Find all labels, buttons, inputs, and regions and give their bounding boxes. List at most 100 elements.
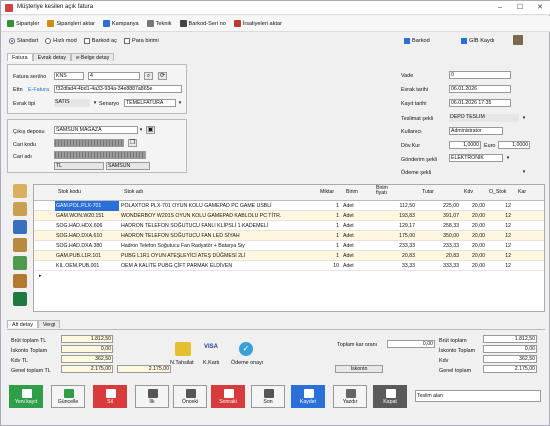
package-icon[interactable] <box>13 274 27 288</box>
cell-kdv[interactable]: 20,00 <box>462 221 486 231</box>
chevron-down-icon[interactable]: ▾ <box>521 114 527 122</box>
tab-fatura[interactable]: Fatura <box>7 53 33 61</box>
son-button[interactable]: Son <box>251 385 285 408</box>
cell-qty[interactable]: 1 <box>314 221 340 231</box>
cell-qty[interactable]: 1 <box>314 201 340 211</box>
maximize-icon[interactable]: ☐ <box>513 3 527 13</box>
kredi-karti-label[interactable]: K.Kartı <box>203 360 219 366</box>
cell-stock[interactable]: 12 <box>488 221 512 231</box>
cell-price[interactable]: 175,00 <box>374 231 416 241</box>
image-icon[interactable] <box>513 35 523 45</box>
cell-code[interactable]: GAM.PUB.L1R.101 <box>55 251 119 261</box>
cell-qty[interactable]: 1 <box>314 231 340 241</box>
evrak-tarihi-field[interactable]: 06.01.2026 <box>449 85 511 93</box>
col-kdv[interactable]: Kdv <box>464 189 473 195</box>
cell-total[interactable]: 391,07 <box>418 211 460 221</box>
cell-kdv[interactable]: 20,00 <box>462 241 486 251</box>
table-row[interactable]: GAM.PUB.L1R.101 PUBG L1R1 OYUN ATEŞLEYİCİ… <box>34 251 544 261</box>
cell-name[interactable]: WONDERBOY W201S OYUN KOLU GAMEPAD KABLOL… <box>120 211 316 221</box>
cell-qty[interactable]: 1 <box>314 211 340 221</box>
menu-siparisler[interactable]: Siparişler <box>7 20 39 27</box>
cell-unit[interactable]: Adet <box>342 261 374 271</box>
cell-total[interactable]: 333,33 <box>418 261 460 271</box>
col-birim[interactable]: Birim <box>346 189 358 195</box>
no-field[interactable]: 4 <box>88 72 140 80</box>
teslim-alan-field[interactable]: Teslim alan <box>415 390 541 402</box>
cell-name[interactable]: PUBG L1R1 OYUN ATEŞLEYİCİ ATEŞ DÜĞMESİ 2… <box>120 251 316 261</box>
cell-unit[interactable]: Adet <box>342 241 374 251</box>
cell-price[interactable]: 33,33 <box>374 261 416 271</box>
chevron-down-icon[interactable]: ▾ <box>92 99 98 107</box>
cell-code[interactable]: SOG.HAD.HDX.606 <box>55 221 119 231</box>
cell-name[interactable]: OEM A KALİTE PUBG ÇİFT PARMAK ELDİVEN <box>120 261 316 271</box>
print-icon[interactable] <box>13 220 27 234</box>
kapat-button[interactable]: Kapat <box>373 385 407 408</box>
guncelle-button[interactable]: Güncelle <box>51 385 85 408</box>
cell-price[interactable]: 193,83 <box>374 211 416 221</box>
ilk-button[interactable]: İlk <box>135 385 169 408</box>
euro-field[interactable]: 1,0000 <box>498 141 530 149</box>
folder-icon[interactable] <box>13 184 27 198</box>
sonraki-button[interactable]: Sonraki <box>211 385 245 408</box>
doviz-kur-field[interactable]: 1,0000 <box>449 141 481 149</box>
yeni-kayit-button[interactable]: Yeni kayıt <box>9 385 43 408</box>
standart-radio[interactable]: Standart <box>9 38 38 44</box>
table-row[interactable]: KIL.OEM.PUB.001 OEM A KALİTE PUBG ÇİFT PA… <box>34 261 544 271</box>
cash-icon[interactable] <box>175 342 191 356</box>
menu-irsaliyeleri-aktar[interactable]: İrsaliyeleri aktar <box>233 20 282 27</box>
nakit-tahsilat-label[interactable]: N.Tahsilat <box>170 360 194 366</box>
tab-e-belge-detay[interactable]: e-Belge detay <box>71 53 115 61</box>
cell-total[interactable]: 233,33 <box>418 241 460 251</box>
cell-price[interactable]: 129,17 <box>374 221 416 231</box>
barkod-checkbox[interactable]: Barkod <box>404 38 430 44</box>
para-birimi-checkbox[interactable]: Para birimi <box>123 38 159 44</box>
menu-barkod-seri[interactable]: Barkod-Seri no <box>179 20 226 27</box>
cell-name[interactable]: HADRON TELEFON SOĞUTUCU FAN LED SİYAH <box>120 231 316 241</box>
cell-name[interactable]: POLAXTOR PLX-701 OYUN KOLU GAMEPAD PC GA… <box>120 201 316 211</box>
ilce-field[interactable]: SAMSUN <box>106 162 150 170</box>
box-add-icon[interactable] <box>13 256 27 270</box>
cell-stock[interactable]: 12 <box>488 261 512 271</box>
box-icon[interactable] <box>13 238 27 252</box>
cell-kdv[interactable]: 20,00 <box>462 231 486 241</box>
ettn-field[interactable]: f32dfad4-4bd1-4a33-934a-34e8887a865e <box>54 85 182 93</box>
evrak-tipi-select[interactable]: SATIS <box>54 99 90 107</box>
cell-kdv[interactable]: 20,00 <box>462 211 486 221</box>
visa-icon[interactable]: VISA <box>204 344 222 354</box>
tab-alt-detay[interactable]: Alt detay <box>7 320 38 328</box>
cell-total[interactable]: 258,33 <box>418 221 460 231</box>
copy-icon[interactable]: ❐ <box>128 139 137 147</box>
table-row[interactable]: GAM.WON.W20.151 WONDERBOY W201S OYUN KOLU… <box>34 211 544 221</box>
cell-stock[interactable]: 12 <box>488 251 512 261</box>
cell-qty[interactable]: 10 <box>314 261 340 271</box>
cell-qty[interactable]: 1 <box>314 241 340 251</box>
yazdir-button[interactable]: Yazdır <box>333 385 367 408</box>
warehouse-icon[interactable]: ▣ <box>146 126 155 134</box>
table-row[interactable]: SOG.HAD.HDX.606 HADRON TELEFON SOĞUTUCU F… <box>34 221 544 231</box>
excel-icon[interactable] <box>13 292 27 306</box>
cell-kdv[interactable]: 20,00 <box>462 201 486 211</box>
col-birim-fiyati[interactable]: Birim fiyatı <box>376 185 396 197</box>
cell-unit[interactable]: Adet <box>342 221 374 231</box>
cell-unit[interactable]: Adet <box>342 211 374 221</box>
kayit-tarihi-field[interactable]: 06.01.2026 17:35 <box>449 99 511 107</box>
chevron-down-icon[interactable]: ▾ <box>138 126 144 134</box>
cell-total[interactable]: 20,83 <box>418 251 460 261</box>
menu-kampanya[interactable]: Kampanya <box>102 20 139 27</box>
cell-code[interactable]: GAM.WON.W20.151 <box>55 211 119 221</box>
cell-price[interactable]: 233,33 <box>374 241 416 251</box>
senaryo-select[interactable]: TEMELFATURA <box>124 99 176 107</box>
cell-name[interactable]: Hadron Telefon Soğutucu Fan Radyatör + B… <box>120 241 316 251</box>
hizli-mod-radio[interactable]: Hızlı mod <box>45 38 77 44</box>
cell-code[interactable]: SOG.HAD.DXA.380 <box>55 241 119 251</box>
cell-stock[interactable]: 12 <box>488 211 512 221</box>
cell-kdv[interactable]: 20,00 <box>462 261 486 271</box>
iskonto-button[interactable]: İskonto <box>335 365 383 373</box>
cell-price[interactable]: 112,50 <box>374 201 416 211</box>
tab-vergi[interactable]: Vergi <box>37 320 61 328</box>
kullanici-field[interactable]: Administrator <box>449 127 503 135</box>
col-miktar[interactable]: Miktar <box>320 189 334 195</box>
cell-stock[interactable]: 12 <box>488 231 512 241</box>
il-field[interactable]: TL <box>54 162 104 170</box>
cari-adi-field[interactable] <box>54 151 146 159</box>
